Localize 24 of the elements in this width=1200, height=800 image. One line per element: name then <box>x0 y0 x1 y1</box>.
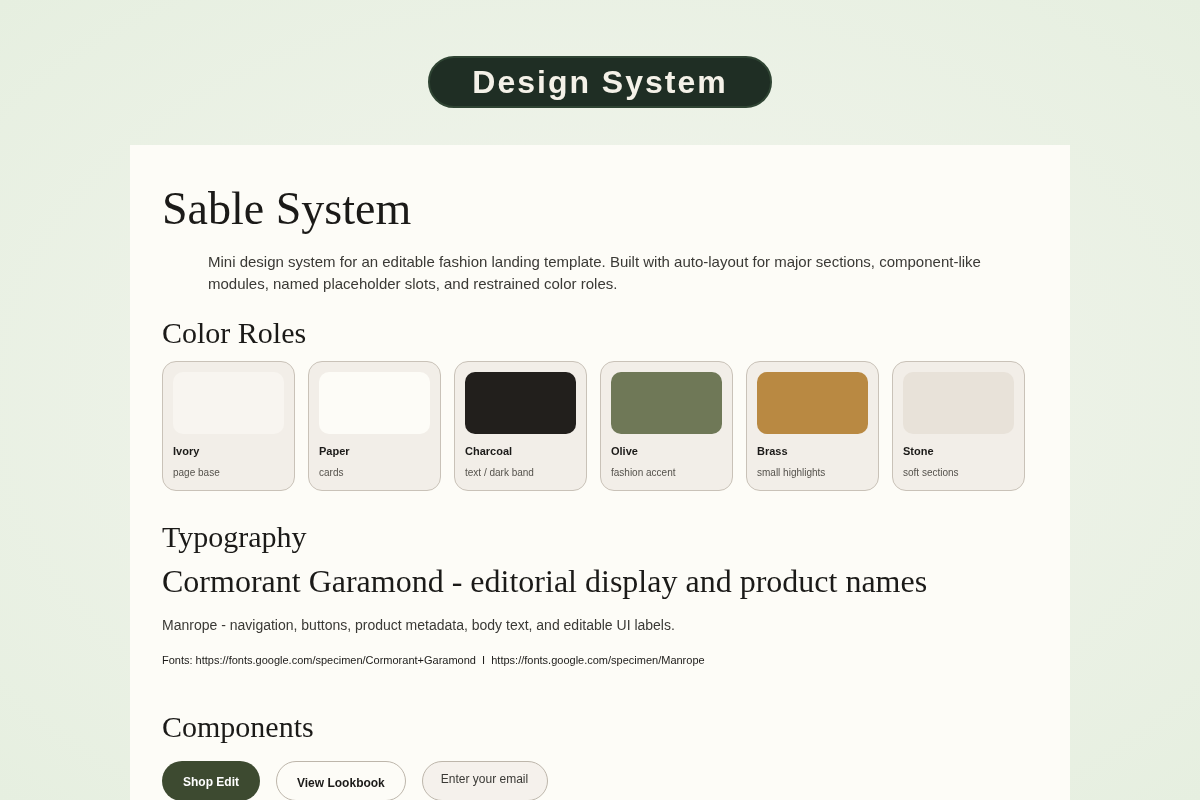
swatch-name: Paper <box>319 443 351 459</box>
swatch-role: fashion accent <box>611 466 677 480</box>
swatch-role: cards <box>319 466 345 480</box>
display-sample: Cormorant Garamond - editorial display and product names <box>162 562 929 601</box>
description: Mini design system for an editable fashion landing template. Built with auto-layout for major sections, component-like modules, named placeholder slots, and restrained color roles. <box>208 252 982 294</box>
section-heading: Typography <box>162 519 308 555</box>
swatch-role: small highlights <box>757 466 827 480</box>
title-badge: Design System <box>428 56 772 108</box>
shop-button[interactable]: Shop Edit <box>162 760 260 800</box>
swatch-name: Ivory <box>173 443 201 459</box>
swatch-name: Stone <box>903 443 935 459</box>
swatch-name: Olive <box>611 443 639 459</box>
section-heading: Components <box>162 708 315 745</box>
swatch-role: text / dark band <box>465 466 535 480</box>
email-field[interactable]: Enter your email <box>421 760 548 800</box>
swatch-role: page base <box>173 466 221 480</box>
page-title: Sable System <box>162 182 413 236</box>
swatch-name: Charcoal <box>465 443 514 459</box>
fonts-line: Fonts: https://fonts.google.com/specimen/Cormorant+Garamond I https://fonts.google.com/specimen/Manrope <box>162 653 706 668</box>
body-sample: Manrope - navigation, buttons, product metadata, body text, and editable UI labels. <box>162 616 676 635</box>
lookbook-button[interactable]: View Lookbook <box>276 760 406 800</box>
swatch-role: soft sections <box>903 466 960 480</box>
section-heading: Color Roles <box>162 315 308 351</box>
swatch-name: Brass <box>757 443 789 459</box>
